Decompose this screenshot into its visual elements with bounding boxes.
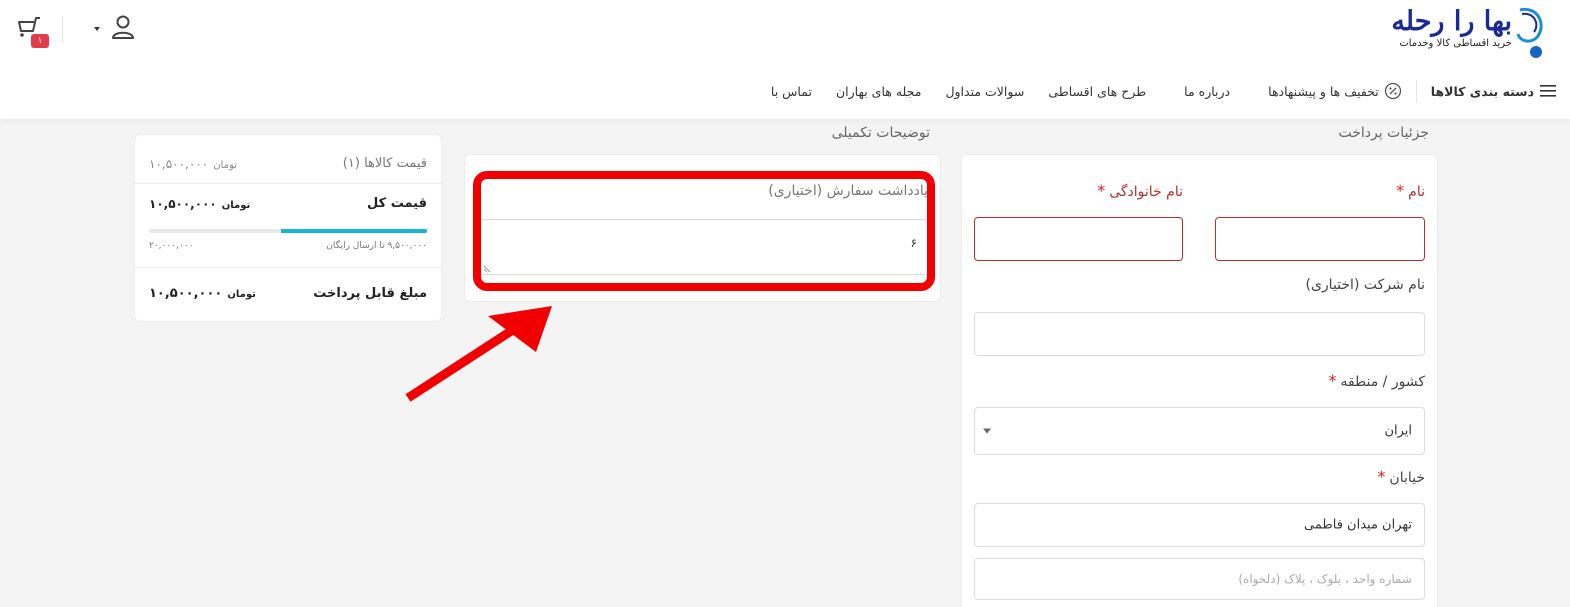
first-name-field[interactable] (1215, 217, 1425, 261)
total-price-row: قیمت کل ۱۰,۵۰۰,۰۰۰ تومان (135, 183, 441, 267)
billing-form: نام* نام خانوادگی* نام شرکت (اختیاری) کش… (961, 154, 1438, 607)
country-label: کشور / منطقه* (1328, 371, 1425, 390)
logo-swirl-icon (1516, 7, 1543, 58)
items-price-label: قیمت کالاها (۱) (342, 156, 427, 171)
logo-title: بها را رحله (1391, 6, 1512, 37)
percent-icon (1384, 82, 1401, 100)
nav-about[interactable]: درباره ما (1184, 84, 1230, 99)
nav-categories[interactable]: دسته بندی کالاها (1431, 84, 1556, 99)
nav-offers-label: تخفیف ها و پیشنهادها (1268, 83, 1379, 99)
first-name-label-text: نام (1408, 184, 1425, 200)
account-menu[interactable] (92, 14, 138, 42)
currency-label: تومان (221, 200, 251, 211)
required-mark: * (1097, 181, 1106, 200)
nav-plans[interactable]: طرح های اقساطی (1048, 84, 1146, 99)
nav-divider (1415, 80, 1417, 102)
site-header: بها را رحله خرید اقساطی کالا وخدمات ۱ دس… (0, 0, 1570, 119)
last-name-label-text: نام خانوادگی (1109, 184, 1183, 200)
payable-value: ۱۰,۵۰۰,۰۰۰ تومان (149, 286, 256, 301)
nav-offers[interactable]: تخفیف ها و پیشنهادها (1268, 82, 1402, 100)
order-summary: قیمت کالاها (۱) ۱۰,۵۰۰,۰۰۰ تومان قیمت کل … (134, 134, 442, 322)
street-label-text: خیابان (1389, 470, 1425, 486)
items-price-row: قیمت کالاها (۱) ۱۰,۵۰۰,۰۰۰ تومان (135, 135, 441, 183)
free-shipping-target: ۲۰,۰۰۰,۰۰۰ (149, 241, 194, 251)
payable-amount: ۱۰,۵۰۰,۰۰۰ (149, 286, 223, 301)
total-price-amount: ۱۰,۵۰۰,۰۰۰ (149, 197, 217, 211)
items-price-amount: ۱۰,۵۰۰,۰۰۰ (149, 157, 209, 171)
annotation-highlight-box (473, 171, 935, 291)
required-mark: * (1328, 371, 1337, 390)
last-name-label: نام خانوادگی* (1097, 181, 1183, 200)
first-name-label: نام* (1396, 181, 1425, 200)
company-field[interactable] (974, 312, 1425, 356)
free-shipping-note: ۹,۵۰۰,۰۰۰ تا ارسال رایگان (326, 241, 427, 251)
currency-label: تومان (227, 289, 256, 300)
country-select-value: ایران (1384, 423, 1412, 439)
site-logo[interactable]: بها را رحله خرید اقساطی کالا وخدمات (1391, 4, 1546, 60)
total-price-value: ۱۰,۵۰۰,۰۰۰ تومان (149, 197, 250, 211)
street2-placeholder: شماره واحد ، بلوک ، پلاک (دلخواه) (1238, 572, 1412, 586)
total-price-label: قیمت کل (367, 196, 427, 211)
company-label: نام شرکت (اختیاری) (1305, 277, 1426, 293)
main-nav: دسته بندی کالاها تخفیف ها و پیشنهادها در… (747, 80, 1556, 102)
chevron-down-icon (94, 27, 100, 31)
payable-row: مبلغ قابل پرداخت ۱۰,۵۰۰,۰۰۰ تومان (135, 267, 441, 323)
chevron-down-icon (983, 428, 991, 434)
header-divider (62, 16, 63, 44)
street-label: خیابان* (1377, 467, 1425, 486)
required-mark: * (1396, 181, 1405, 200)
payable-label: مبلغ قابل پرداخت (313, 286, 427, 301)
billing-section-title: جزئیات پرداخت (1338, 125, 1429, 141)
cart-count-badge: ۱ (31, 34, 49, 48)
notes-section-title: توضیحات تکمیلی (831, 125, 930, 141)
logo-subtitle: خرید اقساطی کالا وخدمات (1399, 38, 1512, 49)
street-field-value: تهران میدان فاطمی (1304, 517, 1412, 533)
items-price-value: ۱۰,۵۰۰,۰۰۰ تومان (149, 157, 237, 171)
user-icon (112, 15, 134, 39)
nav-categories-label: دسته بندی کالاها (1430, 83, 1534, 99)
street2-field[interactable]: شماره واحد ، بلوک ، پلاک (دلخواه) (974, 558, 1425, 600)
country-select[interactable]: ایران (974, 407, 1425, 455)
currency-label: تومان (213, 160, 237, 171)
nav-magazine[interactable]: مجله های بهاران (836, 84, 921, 99)
free-shipping-progress-fill (281, 229, 427, 233)
nav-contact[interactable]: تماس با (771, 84, 812, 99)
last-name-field[interactable] (974, 217, 1183, 261)
required-mark: * (1377, 467, 1386, 486)
menu-icon (1540, 85, 1556, 97)
free-shipping-progress (149, 229, 427, 233)
street-field[interactable]: تهران میدان فاطمی (974, 503, 1425, 547)
country-label-text: کشور / منطقه (1340, 374, 1425, 390)
nav-faq[interactable]: سوالات متداول (945, 84, 1024, 99)
